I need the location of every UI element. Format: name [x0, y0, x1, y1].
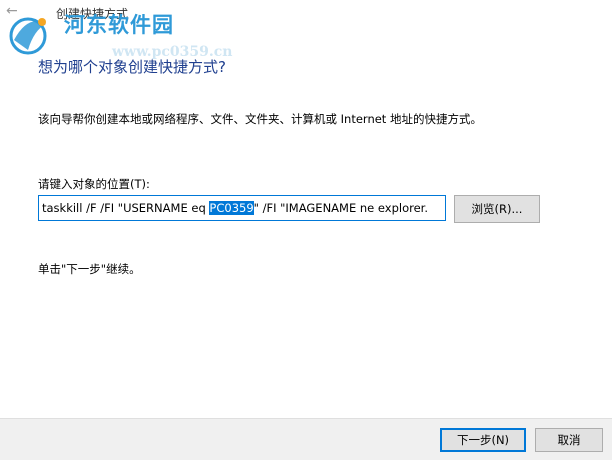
location-input[interactable]: taskkill /F /FI "USERNAME eq PC0359" /FI… [38, 195, 446, 221]
browse-button[interactable]: 浏览(R)... [454, 195, 540, 223]
watermark-name: 河东软件园 [64, 12, 174, 37]
wizard-description: 该向导帮你创建本地或网络程序、文件、文件夹、计算机或 Internet 地址的快… [38, 112, 482, 126]
continue-hint: 单击"下一步"继续。 [38, 262, 141, 276]
location-text-selected: PC0359 [209, 201, 254, 215]
location-text-after: " /FI "IMAGENAME ne explorer. [253, 201, 428, 215]
location-label: 请键入对象的位置(T): [38, 177, 150, 191]
location-text-before: taskkill /F /FI "USERNAME eq [42, 201, 210, 215]
wizard-heading: 想为哪个对象创建快捷方式? [38, 58, 226, 76]
hedong-logo-icon [9, 17, 47, 55]
cancel-button[interactable]: 取消 [535, 428, 603, 452]
next-button[interactable]: 下一步(N) [440, 428, 526, 452]
